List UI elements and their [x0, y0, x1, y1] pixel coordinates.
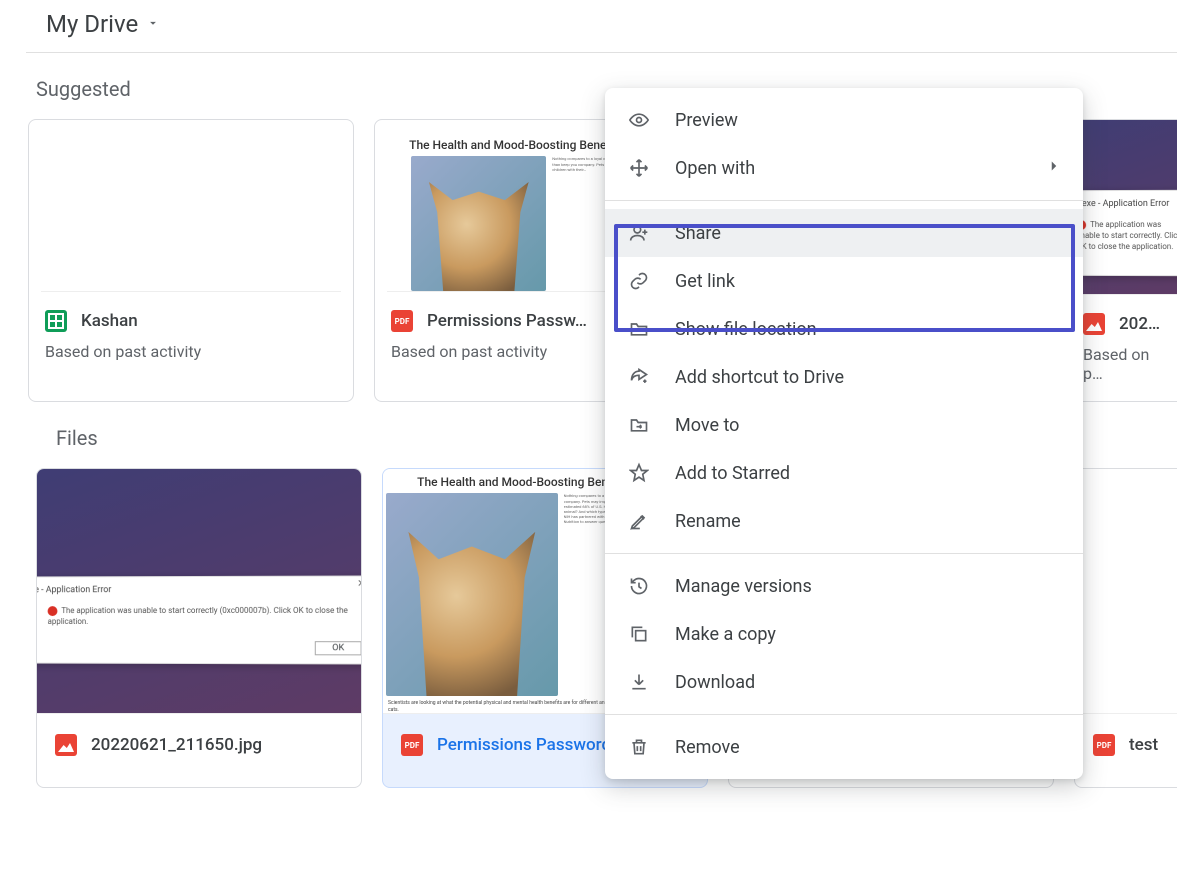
copy-icon — [629, 624, 649, 644]
location-header[interactable]: My Drive — [26, 0, 1177, 53]
location-title: My Drive — [46, 10, 138, 38]
download-icon — [629, 672, 649, 692]
history-icon — [629, 576, 649, 596]
card-title: test — [1129, 735, 1158, 755]
menu-item-preview[interactable]: Preview — [605, 96, 1083, 144]
menu-item-label: Show file location — [675, 319, 817, 340]
menu-item-label: Add to Starred — [675, 463, 790, 484]
suggested-card[interactable]: Kashan Based on past activity — [28, 119, 354, 402]
card-title: Permissions Passw… — [427, 311, 587, 331]
file-card[interactable]: ✕ xe - Application Error The application… — [36, 468, 362, 788]
menu-item-download[interactable]: Download — [605, 658, 1083, 706]
link-icon — [629, 271, 649, 291]
star-icon — [629, 463, 649, 483]
menu-item-shortcut[interactable]: Add shortcut to Drive — [605, 353, 1083, 401]
pdf-icon: PDF — [391, 310, 413, 332]
thumbnail: UPDF.exe - Application Error The applica… — [1067, 120, 1177, 295]
menu-item-label: Remove — [675, 737, 740, 758]
menu-item-share[interactable]: Share — [605, 209, 1083, 257]
eye-icon — [629, 110, 649, 130]
image-icon — [55, 734, 77, 756]
menu-item-label: Preview — [675, 110, 738, 131]
menu-item-label: Make a copy — [675, 624, 776, 645]
folder-move-icon — [629, 415, 649, 435]
shortcut-icon — [629, 367, 649, 387]
card-title: 2022… — [1119, 314, 1169, 334]
card-title: Permissions Password… — [437, 735, 623, 755]
chevron-right-icon — [1045, 157, 1063, 180]
menu-separator — [605, 714, 1083, 715]
image-icon — [1083, 313, 1105, 335]
person-add-icon — [629, 223, 649, 243]
menu-item-remove[interactable]: Remove — [605, 723, 1083, 771]
context-menu: Preview Open with Share Get link Show file l… — [605, 88, 1083, 779]
menu-item-star[interactable]: Add to Starred — [605, 449, 1083, 497]
sheets-icon — [45, 310, 67, 332]
card-subtitle: Based on past activity — [45, 342, 337, 361]
folder-icon — [629, 319, 649, 339]
card-title: 20220621_211650.jpg — [91, 735, 262, 755]
menu-item-versions[interactable]: Manage versions — [605, 562, 1083, 610]
thumbnail: ✕ xe - Application Error The application… — [37, 469, 361, 714]
dropdown-icon — [146, 15, 160, 34]
menu-item-label: Move to — [675, 415, 739, 436]
menu-item-getlink[interactable]: Get link — [605, 257, 1083, 305]
menu-item-label: Add shortcut to Drive — [675, 367, 844, 388]
menu-item-label: Download — [675, 672, 755, 693]
menu-separator — [605, 200, 1083, 201]
card-subtitle: Based on p… — [1083, 345, 1169, 383]
pdf-icon: PDF — [401, 734, 423, 756]
file-card[interactable]: PDF test — [1074, 468, 1177, 788]
menu-item-rename[interactable]: Rename — [605, 497, 1083, 545]
thumbnail — [41, 132, 341, 292]
menu-item-copy[interactable]: Make a copy — [605, 610, 1083, 658]
menu-item-label: Share — [675, 223, 721, 244]
card-title: Kashan — [81, 311, 138, 331]
pencil-icon — [629, 511, 649, 531]
menu-item-label: Open with — [675, 158, 755, 179]
thumbnail — [1075, 469, 1177, 714]
menu-separator — [605, 553, 1083, 554]
menu-item-showloc[interactable]: Show file location — [605, 305, 1083, 353]
menu-item-label: Rename — [675, 511, 741, 532]
trash-icon — [629, 737, 649, 757]
menu-item-label: Get link — [675, 271, 735, 292]
move-arrows-icon — [629, 158, 649, 178]
menu-item-moveto[interactable]: Move to — [605, 401, 1083, 449]
menu-item-label: Manage versions — [675, 576, 812, 597]
pdf-icon: PDF — [1093, 734, 1115, 756]
menu-item-openwith[interactable]: Open with — [605, 144, 1083, 192]
